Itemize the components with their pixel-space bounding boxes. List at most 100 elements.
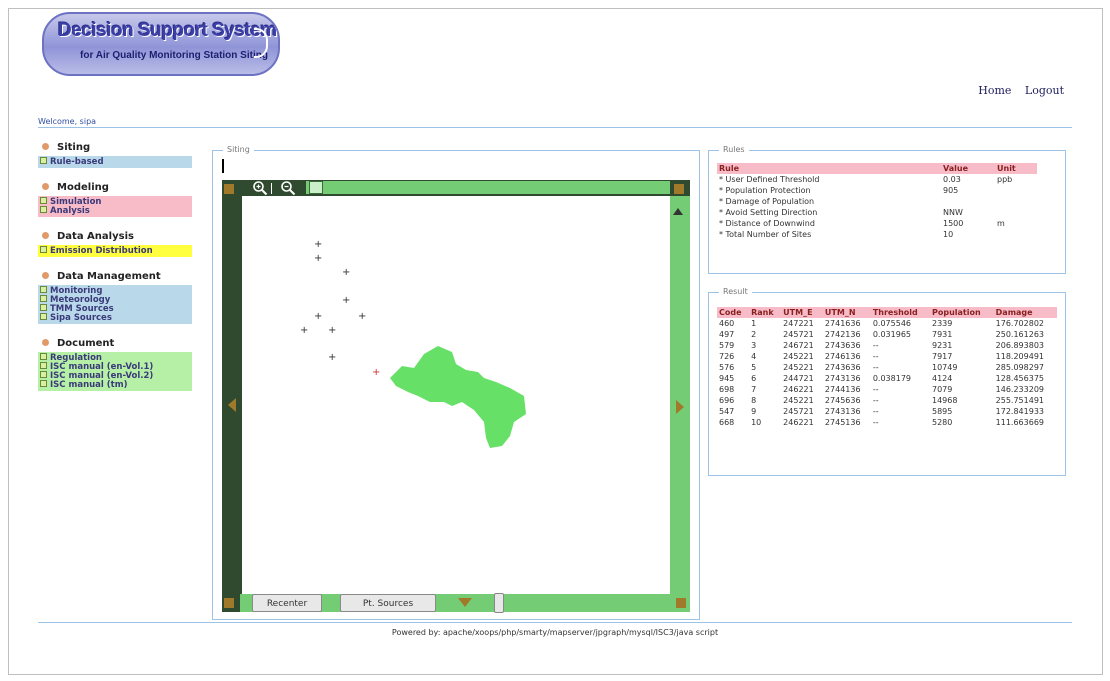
table-cell: 246721 [783, 341, 814, 350]
pan-se-icon[interactable] [676, 598, 686, 608]
table-cell: 4 [751, 352, 757, 361]
table-cell: 285.098297 [995, 363, 1045, 372]
table-cell: 111.663669 [995, 418, 1045, 427]
table-cell: 172.841933 [995, 407, 1045, 416]
zoom-in-icon[interactable] [252, 180, 268, 196]
pt-sources-button[interactable]: Pt. Sources [340, 594, 436, 612]
sidebar-group-siting: Siting Rule-based [38, 140, 192, 168]
group-title: Data Analysis [57, 231, 134, 242]
square-bullet-icon [40, 246, 47, 253]
zoom-separator [271, 183, 272, 194]
column-header: Rank [749, 307, 782, 318]
table-row: 579 3 246721 2743636 -- 9231 206.893803 [717, 340, 1057, 351]
zoom-out-icon[interactable] [280, 180, 296, 196]
table-cell: 696 [719, 396, 735, 405]
bullet-icon [42, 232, 49, 239]
table-cell: 245221 [783, 352, 814, 361]
group-title: Data Management [57, 271, 161, 282]
table-cell: 497 [719, 330, 735, 339]
sidebar-item-analysis[interactable]: Analysis [40, 206, 192, 215]
group-title: Modeling [57, 182, 109, 193]
result-table: Code Rank UTM_E UTM_N Threshold Populati… [717, 307, 1057, 428]
table-cell: m [997, 219, 1005, 228]
district-polygon [390, 346, 526, 448]
table-row: * Distance of Downwind 1500 m [717, 218, 1037, 229]
table-cell: 2743136 [824, 374, 861, 383]
table-cell: 6 [751, 374, 757, 383]
column-header: Code [717, 307, 750, 318]
table-cell: 547 [719, 407, 735, 416]
sidebar-item-emission-distribution[interactable]: Emission Distribution [40, 246, 192, 255]
table-cell: 118.209491 [995, 352, 1045, 361]
footer-divider [38, 622, 1072, 623]
table-cell: -- [872, 352, 879, 361]
square-bullet-icon [40, 313, 47, 320]
pan-knob[interactable] [309, 181, 323, 194]
column-header: Rule [717, 163, 941, 174]
map-canvas[interactable]: + + + + + + + + + + [242, 196, 670, 594]
table-cell: 244721 [783, 374, 814, 383]
table-cell [995, 207, 1037, 218]
site-marker: + [358, 311, 367, 322]
pan-ne-icon[interactable] [674, 184, 684, 194]
site-marker: + [342, 267, 351, 278]
sidebar-item-monitoring[interactable]: Monitoring [40, 286, 192, 295]
table-cell: 10749 [931, 363, 958, 372]
sidebar-item-rule-based[interactable]: Rule-based [40, 157, 192, 166]
table-row: 696 8 245221 2745636 -- 14968 255.751491 [717, 395, 1057, 406]
table-cell: 250.161263 [995, 330, 1045, 339]
table-row: * Total Number of Sites 10 [717, 229, 1037, 240]
recenter-button[interactable]: Recenter [252, 594, 322, 612]
table-header-row: Rule Value Unit [717, 163, 1037, 174]
table-cell: 1500 [943, 219, 964, 228]
bullet-icon [42, 183, 49, 190]
table-cell: 176.702802 [995, 319, 1045, 328]
table-cell: 2743636 [824, 363, 861, 372]
table-cell: -- [872, 363, 879, 372]
pan-east-icon[interactable] [676, 400, 684, 414]
table-cell: 668 [719, 418, 735, 427]
table-cell: 7 [751, 385, 757, 394]
sidebar-item-meteorology[interactable]: Meteorology [40, 295, 192, 304]
sidebar-item-isc-manual-tm[interactable]: ISC manual (tm) [40, 380, 192, 389]
table-cell: 2741636 [824, 319, 861, 328]
table-cell: 2746136 [824, 352, 861, 361]
table-cell: 245721 [783, 407, 814, 416]
table-cell: 247221 [783, 319, 814, 328]
pan-sw-icon[interactable] [224, 598, 234, 608]
zoom-slider-knob[interactable] [494, 593, 504, 613]
table-cell: 8 [751, 396, 757, 405]
site-marker: + [300, 325, 309, 336]
group-title: Siting [57, 142, 91, 153]
text-cursor [222, 159, 224, 173]
sidebar-item-isc-manual-vol1[interactable]: ISC manual (en-Vol.1) [40, 362, 192, 371]
table-cell [941, 196, 995, 207]
table-cell: 2742136 [824, 330, 861, 339]
sidebar-item-isc-manual-vol2[interactable]: ISC manual (en-Vol.2) [40, 371, 192, 380]
pan-bar[interactable] [306, 181, 670, 194]
table-cell: 0.038179 [872, 374, 911, 383]
table-cell: 4124 [931, 374, 953, 383]
table-cell: 245721 [783, 330, 814, 339]
table-row: 668 10 246221 2745136 -- 5280 111.663669 [717, 417, 1057, 428]
sidebar-item-regulation[interactable]: Regulation [40, 353, 192, 362]
table-cell: * Damage of Population [719, 197, 815, 206]
pan-north-icon[interactable] [673, 208, 683, 215]
logout-link[interactable]: Logout [1025, 84, 1064, 97]
pan-nw-icon[interactable] [224, 184, 234, 194]
sidebar-item-sipa-sources[interactable]: Sipa Sources [40, 313, 192, 322]
pan-south-icon[interactable] [458, 598, 472, 607]
table-row: 945 6 244721 2743136 0.038179 4124 128.456375 [717, 373, 1057, 384]
sidebar-item-simulation[interactable]: Simulation [40, 197, 192, 206]
square-bullet-icon [40, 197, 47, 204]
table-cell: NNW [943, 208, 963, 217]
rules-table: Rule Value Unit * User Defined Threshold… [717, 163, 1037, 240]
table-cell: 245221 [783, 363, 814, 372]
table-cell: 698 [719, 385, 735, 394]
rules-panel: Rules Rule Value Unit * User Defined Thr… [708, 145, 1066, 274]
table-row: 460 1 247221 2741636 0.075546 2339 176.702802 [717, 318, 1057, 329]
pan-west-icon[interactable] [228, 398, 236, 412]
home-link[interactable]: Home [978, 84, 1011, 97]
table-row: * User Defined Threshold 0.03 ppb [717, 174, 1037, 185]
sidebar-item-tmm-sources[interactable]: TMM Sources [40, 304, 192, 313]
